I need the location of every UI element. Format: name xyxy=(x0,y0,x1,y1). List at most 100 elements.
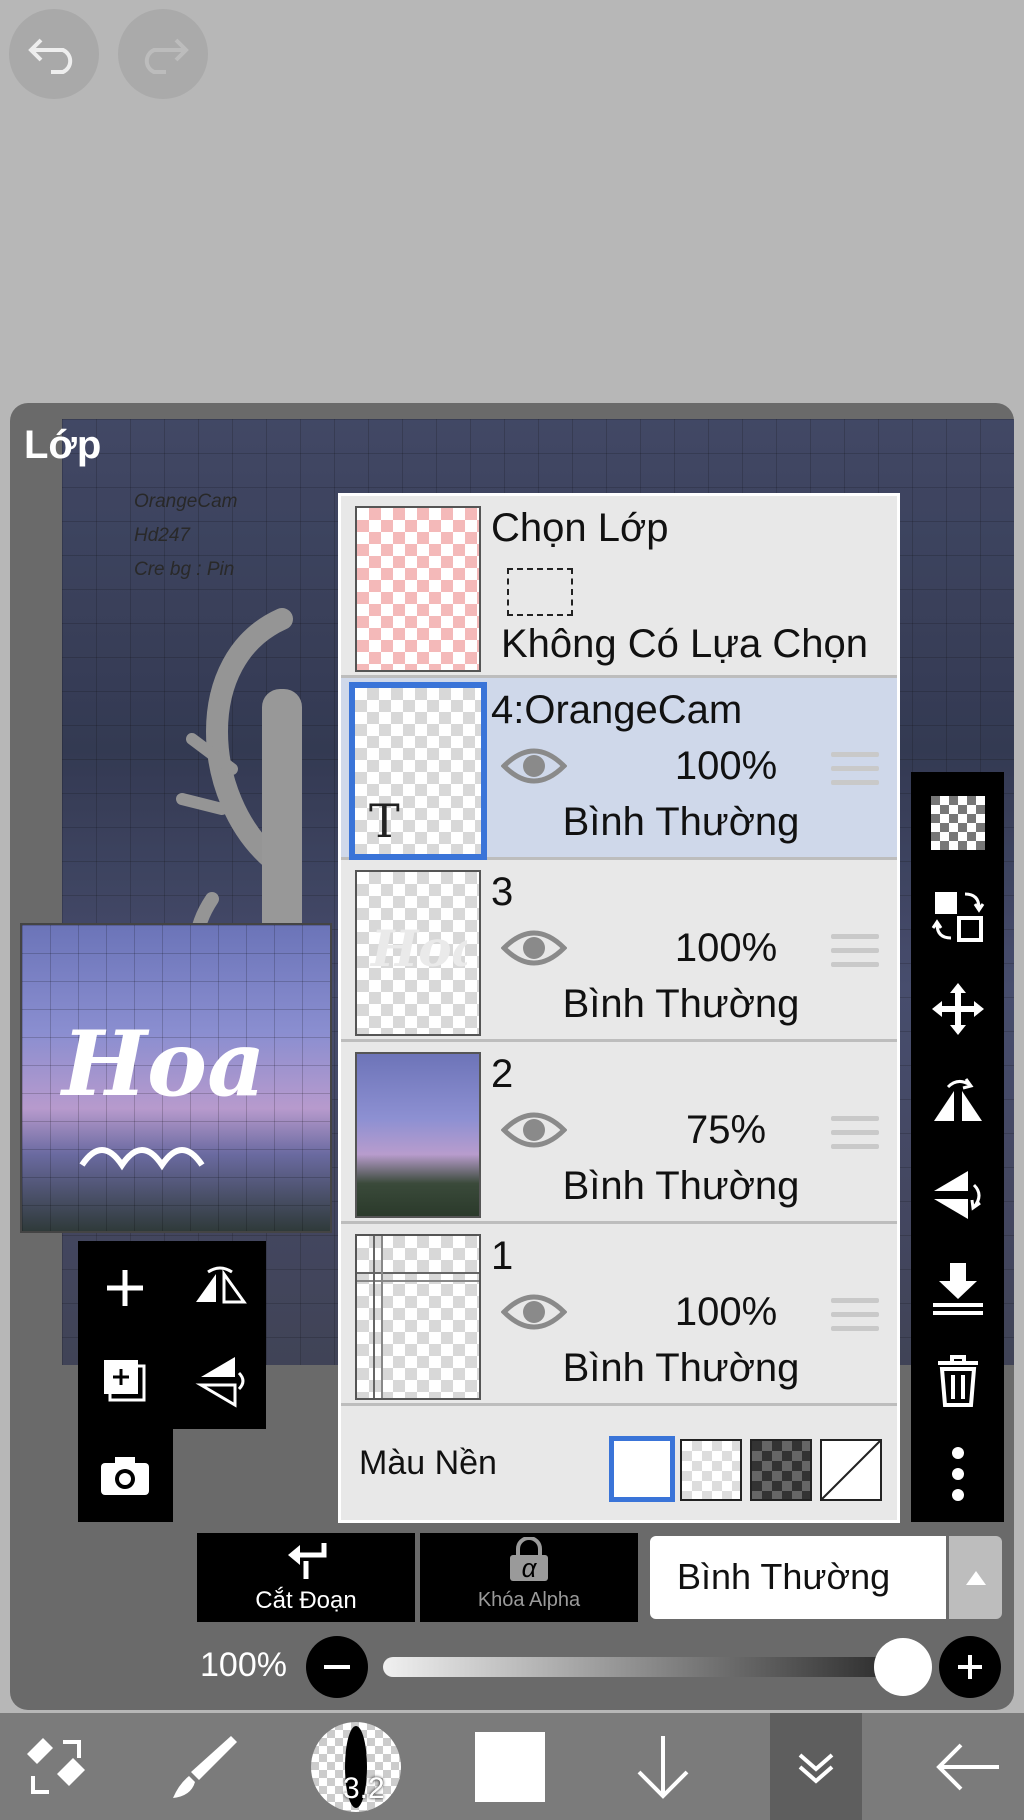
undo-button[interactable] xyxy=(9,9,99,99)
opacity-increase-button[interactable] xyxy=(939,1636,1001,1698)
flip-vertical-right-button[interactable] xyxy=(911,1148,1004,1241)
visibility-eye-icon[interactable] xyxy=(501,1108,567,1152)
layer-opacity: 100% xyxy=(674,744,778,788)
color-button[interactable] xyxy=(473,1713,547,1820)
layer-opacity: 75% xyxy=(685,1108,767,1152)
opacity-decrease-button[interactable] xyxy=(306,1636,368,1698)
layer-blend-mode: Bình Thường xyxy=(562,982,800,1026)
preview-lettering: Hoa xyxy=(59,1011,265,1171)
layers-toggle-button[interactable] xyxy=(770,1713,862,1820)
brush-size-button[interactable]: 3.2 xyxy=(310,1713,402,1820)
layers-list: Chọn Lớp Không Có Lựa Chọn T 4:OrangeCam… xyxy=(338,493,900,1523)
double-chevron-down-icon xyxy=(798,1752,834,1784)
layer-thumbnail: Hoa xyxy=(355,870,481,1036)
blend-mode-dropdown-button[interactable] xyxy=(949,1536,1002,1619)
layer-thumbnail xyxy=(355,1052,481,1218)
transparency-button[interactable] xyxy=(911,776,1004,869)
visibility-eye-icon[interactable] xyxy=(501,744,567,788)
canvas-preview[interactable]: Hoa xyxy=(20,923,332,1233)
brush-size-value: 3.2 xyxy=(343,1771,385,1805)
delete-layer-button[interactable] xyxy=(911,1334,1004,1427)
bg-checker-swatch[interactable] xyxy=(680,1439,742,1501)
color-swatch xyxy=(475,1731,545,1802)
brush-tool-button[interactable] xyxy=(167,1713,241,1820)
opacity-slider-track[interactable] xyxy=(383,1657,903,1677)
bg-white-swatch[interactable] xyxy=(609,1436,675,1502)
flip-horizontal-icon xyxy=(195,1266,247,1303)
blend-mode-value: Bình Thường xyxy=(677,1556,891,1597)
layer-name: 2 xyxy=(491,1052,514,1096)
camera-button[interactable] xyxy=(78,1429,171,1522)
layer-row[interactable]: 1 100% Bình Thường xyxy=(341,1224,897,1406)
move-down-button[interactable] xyxy=(628,1713,698,1820)
selection-marquee-icon xyxy=(507,568,573,616)
drag-handle-icon[interactable] xyxy=(831,752,879,794)
undo-icon xyxy=(28,38,73,74)
svg-text:Hoa: Hoa xyxy=(369,919,467,978)
flip-horizontal-button[interactable] xyxy=(173,1241,266,1334)
visibility-eye-icon[interactable] xyxy=(501,1290,567,1334)
clip-arrow-icon xyxy=(288,1543,327,1579)
brush-icon xyxy=(173,1735,237,1798)
move-icon xyxy=(931,982,984,1035)
layer-name: 3 xyxy=(491,870,514,914)
transform-tool-button[interactable] xyxy=(18,1713,94,1820)
layer-row[interactable]: T 4:OrangeCam 100% Bình Thường xyxy=(341,678,897,860)
background-label: Màu Nền xyxy=(359,1444,497,1482)
selection-thumbnail xyxy=(355,506,481,672)
clip-label: Cắt Đoạn xyxy=(255,1587,357,1614)
plus-icon xyxy=(106,1269,143,1306)
bottom-toolbar: 3.2 xyxy=(0,1713,1024,1820)
more-vertical-icon xyxy=(951,1446,964,1501)
selection-layer-row[interactable]: Chọn Lớp Không Có Lựa Chọn xyxy=(341,496,897,678)
layer-thumbnail xyxy=(355,1234,481,1400)
layer-blend-mode: Bình Thường xyxy=(562,1346,800,1390)
layer-blend-mode: Bình Thường xyxy=(562,800,800,844)
layer-thumbnail: T xyxy=(349,682,487,860)
duplicate-layer-button[interactable] xyxy=(78,1334,171,1427)
swap-icon xyxy=(931,891,984,942)
bg-dark-checker-swatch[interactable] xyxy=(750,1439,812,1501)
layer-opacity: 100% xyxy=(674,926,778,970)
move-button[interactable] xyxy=(911,962,1004,1055)
bg-none-swatch[interactable] xyxy=(820,1439,882,1501)
alpha-symbol: α xyxy=(521,1553,537,1583)
merge-down-button[interactable] xyxy=(911,1241,1004,1334)
layer-row[interactable]: Hoa 3 100% Bình Thường xyxy=(341,860,897,1042)
clipping-button[interactable]: Cắt Đoạn xyxy=(197,1533,415,1622)
blend-mode-select[interactable]: Bình Thường xyxy=(650,1536,946,1619)
minus-icon xyxy=(324,1665,350,1669)
more-options-button[interactable] xyxy=(911,1427,1004,1520)
flip-vertical-icon xyxy=(194,1356,244,1408)
flip-horizontal-icon xyxy=(933,1077,982,1121)
triangle-up-icon xyxy=(965,1570,986,1585)
merge-down-icon xyxy=(932,1262,983,1315)
selection-title: Chọn Lớp xyxy=(491,506,669,550)
back-button[interactable] xyxy=(930,1713,1006,1820)
redo-icon xyxy=(144,38,189,74)
credit-line: Hd247 xyxy=(134,525,190,546)
drag-handle-icon[interactable] xyxy=(831,1298,879,1340)
trash-icon xyxy=(937,1354,978,1407)
visibility-eye-icon[interactable] xyxy=(501,926,567,970)
flip-vertical-button[interactable] xyxy=(173,1334,266,1427)
flip-horizontal-right-button[interactable] xyxy=(911,1055,1004,1148)
layer-name: 4:OrangeCam xyxy=(491,688,743,732)
swap-layer-button[interactable] xyxy=(911,869,1004,962)
camera-icon xyxy=(100,1456,149,1495)
opacity-slider-thumb[interactable] xyxy=(874,1638,932,1696)
background-color-row: Màu Nền xyxy=(341,1406,897,1520)
add-layer-button[interactable] xyxy=(78,1241,171,1334)
drag-handle-icon[interactable] xyxy=(831,1116,879,1158)
layer-row[interactable]: 2 75% Bình Thường xyxy=(341,1042,897,1224)
text-layer-badge: T xyxy=(369,794,400,848)
credit-line: Cre bg : Pin xyxy=(134,559,235,580)
opacity-value: 100% xyxy=(200,1646,287,1684)
panel-title: Lớp xyxy=(24,423,102,467)
selection-status: Không Có Lựa Chọn xyxy=(501,622,869,666)
alpha-lock-button[interactable]: α Khóa Alpha xyxy=(420,1533,638,1622)
layer-name: 1 xyxy=(491,1234,514,1278)
credit-line: OrangeCam xyxy=(134,491,238,512)
drag-handle-icon[interactable] xyxy=(831,934,879,976)
redo-button[interactable] xyxy=(118,9,208,99)
